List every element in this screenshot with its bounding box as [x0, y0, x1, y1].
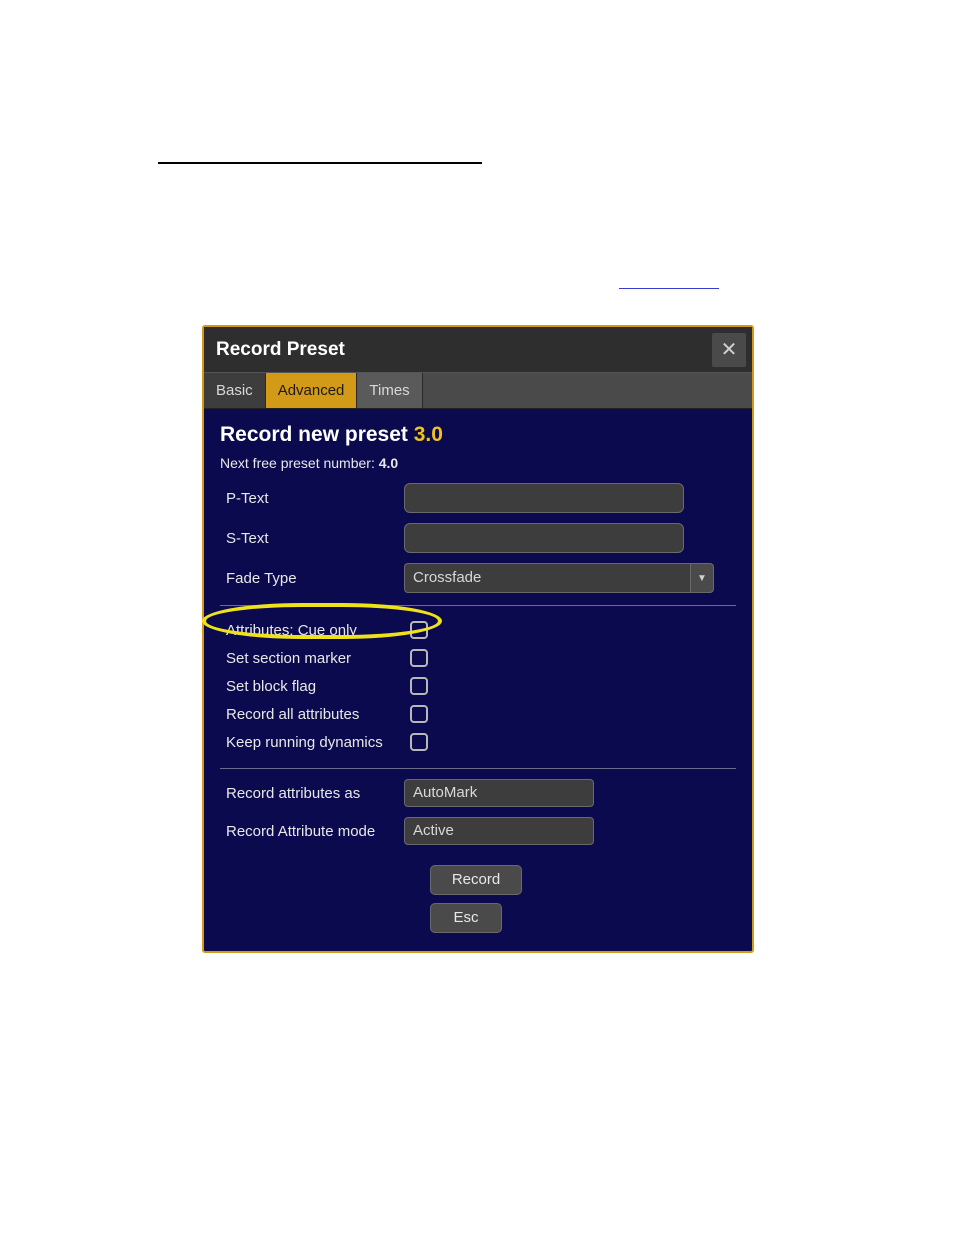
esc-button[interactable]: Esc [430, 903, 502, 933]
tab-bar: Basic Advanced Times [204, 373, 752, 409]
stext-row: S-Text [220, 523, 736, 553]
ptext-input[interactable] [404, 483, 684, 513]
heading-text: Record new preset [220, 423, 414, 446]
dialog-body: Record new preset 3.0 Next free preset n… [204, 409, 752, 951]
ptext-label: P-Text [220, 490, 404, 507]
keep-dynamics-checkbox[interactable] [410, 733, 428, 751]
ptext-row: P-Text [220, 483, 736, 513]
cue-only-row: Attributes: Cue only [220, 616, 736, 644]
fade-type-label: Fade Type [220, 570, 404, 587]
record-all-row: Record all attributes [220, 700, 736, 728]
close-button[interactable]: ✕ [712, 333, 746, 367]
tab-times[interactable]: Times [357, 373, 422, 408]
separator-2 [220, 768, 736, 769]
record-button[interactable]: Record [430, 865, 522, 895]
dialog-title: Record Preset [216, 339, 345, 361]
fade-type-value: Crossfade [404, 563, 690, 593]
stext-label: S-Text [220, 530, 404, 547]
tab-bar-spacer [423, 373, 752, 408]
record-attr-mode-row: Record Attribute mode Active [220, 817, 736, 845]
close-icon: ✕ [721, 339, 738, 361]
block-flag-row: Set block flag [220, 672, 736, 700]
next-free-text: Next free preset number: [220, 455, 379, 471]
block-flag-label: Set block flag [226, 678, 410, 695]
record-attrs-as-row: Record attributes as AutoMark [220, 779, 736, 807]
record-all-checkbox[interactable] [410, 705, 428, 723]
section-marker-label: Set section marker [226, 650, 410, 667]
section-marker-row: Set section marker [220, 644, 736, 672]
stext-input[interactable] [404, 523, 684, 553]
heading: Record new preset 3.0 [220, 423, 736, 447]
record-all-label: Record all attributes [226, 706, 410, 723]
record-attrs-as-select[interactable]: AutoMark [404, 779, 594, 807]
record-attrs-as-value: AutoMark [413, 784, 477, 801]
block-flag-checkbox[interactable] [410, 677, 428, 695]
next-free-value: 4.0 [379, 455, 398, 471]
chevron-down-icon: ▼ [690, 563, 714, 593]
decorative-link-underline [619, 288, 719, 289]
fade-type-row: Fade Type Crossfade ▼ [220, 563, 736, 593]
keep-dynamics-label: Keep running dynamics [226, 734, 410, 751]
record-attrs-as-label: Record attributes as [220, 785, 404, 802]
record-attr-mode-select[interactable]: Active [404, 817, 594, 845]
tab-advanced[interactable]: Advanced [266, 373, 358, 408]
separator-1 [220, 605, 736, 606]
cue-only-label: Attributes: Cue only [226, 622, 410, 639]
section-marker-checkbox[interactable] [410, 649, 428, 667]
titlebar: Record Preset ✕ [204, 327, 752, 373]
tab-basic[interactable]: Basic [204, 373, 266, 408]
decorative-underline [158, 162, 482, 164]
record-preset-dialog: Record Preset ✕ Basic Advanced Times Rec… [202, 325, 754, 953]
next-free-label: Next free preset number: 4.0 [220, 455, 736, 471]
button-stack: Record Esc [430, 865, 736, 933]
cue-only-checkbox[interactable] [410, 621, 428, 639]
record-attr-mode-label: Record Attribute mode [220, 823, 404, 840]
keep-dynamics-row: Keep running dynamics [220, 728, 736, 756]
heading-number: 3.0 [414, 423, 443, 446]
record-attr-mode-value: Active [413, 822, 454, 839]
fade-type-select[interactable]: Crossfade ▼ [404, 563, 714, 593]
